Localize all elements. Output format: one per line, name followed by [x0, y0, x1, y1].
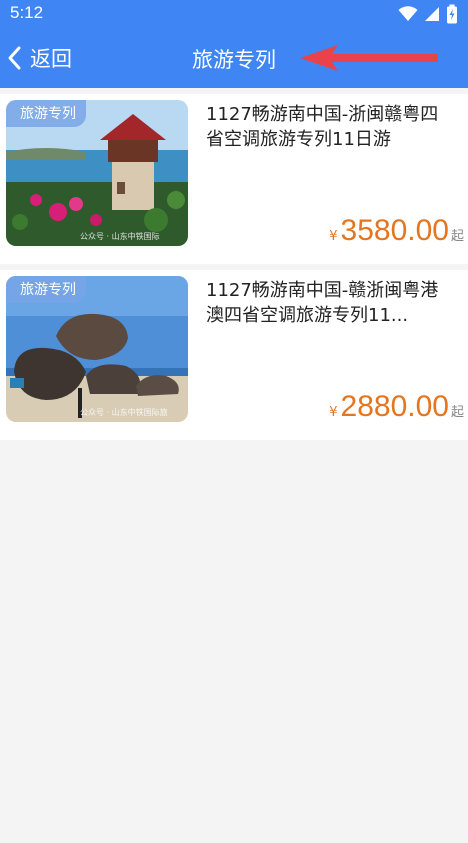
- currency-symbol: ¥: [329, 405, 338, 420]
- list-item[interactable]: 旅游专列 公众号 · 山东中铁国际旅 1127畅游南中国-赣浙闽粤港澳四省空调旅…: [0, 270, 468, 440]
- status-icons: [398, 4, 458, 24]
- status-bar: 5:12: [0, 0, 468, 28]
- price: ¥ 3580.00 起: [329, 214, 464, 248]
- currency-symbol: ¥: [329, 229, 338, 244]
- price-suffix: 起: [450, 229, 464, 244]
- price-value: 2880.00: [340, 390, 449, 423]
- wifi-icon: [398, 6, 418, 21]
- product-title: 1127畅游南中国-赣浙闽粤港澳四省空调旅游专列11...: [206, 280, 439, 326]
- product-thumbnail: 旅游专列 公众号 · 山东中铁国际旅: [6, 276, 188, 422]
- price: ¥ 2880.00 起: [329, 390, 464, 424]
- annotation-arrow-icon: [300, 45, 438, 71]
- watermark: 公众号 · 山东中铁国际旅: [80, 408, 168, 417]
- battery-icon: [447, 4, 457, 24]
- signal-icon: [425, 7, 439, 21]
- nav-bar: 返回 旅游专列: [0, 28, 468, 88]
- watermark: 公众号 · 山东中铁国际: [80, 232, 160, 241]
- tag-badge: 旅游专列: [6, 100, 86, 127]
- price-value: 3580.00: [340, 214, 449, 247]
- price-suffix: 起: [450, 405, 464, 420]
- product-list: 旅游专列 公众号 · 山东中铁国际 1127畅游南中国-浙闽赣粤四省空调旅游专列…: [0, 88, 468, 440]
- product-title: 1127畅游南中国-浙闽赣粤四省空调旅游专列11日游: [206, 104, 439, 150]
- tag-badge: 旅游专列: [6, 276, 86, 303]
- product-thumbnail: 旅游专列 公众号 · 山东中铁国际: [6, 100, 188, 246]
- list-item[interactable]: 旅游专列 公众号 · 山东中铁国际 1127畅游南中国-浙闽赣粤四省空调旅游专列…: [0, 94, 468, 264]
- status-time: 5:12: [10, 3, 44, 22]
